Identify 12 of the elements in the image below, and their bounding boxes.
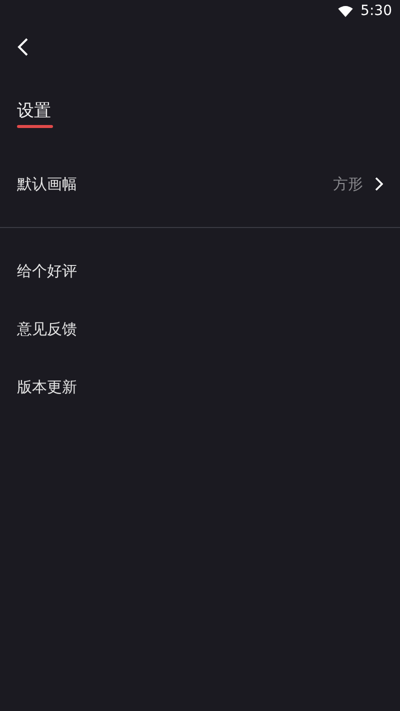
setting-value: 方形: [333, 174, 363, 194]
menu-item[interactable]: 给个好评: [0, 242, 400, 300]
page-title: 设置: [17, 100, 51, 122]
setting-row[interactable]: 默认画幅 方形: [0, 155, 400, 213]
chevron-right-icon: [375, 177, 383, 191]
back-icon[interactable]: [17, 37, 29, 57]
menu-item[interactable]: 版本更新: [0, 358, 400, 416]
menu-item[interactable]: 意见反馈: [0, 300, 400, 358]
status-time: 5:30: [360, 3, 392, 19]
wifi-icon: [338, 6, 353, 16]
title-underline: [17, 125, 53, 128]
setting-label: 默认画幅: [17, 174, 78, 194]
